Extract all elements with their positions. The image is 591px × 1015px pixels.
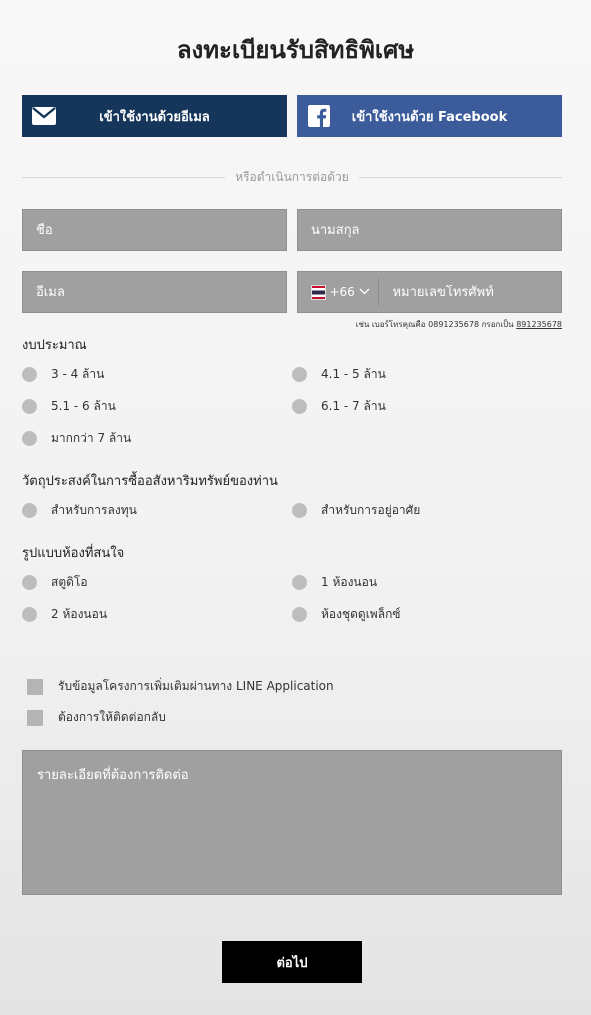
phone-field[interactable]: +66 xyxy=(297,271,562,313)
checkbox-icon[interactable] xyxy=(27,709,43,726)
budget-option[interactable]: 5.1 - 6 ล้าน xyxy=(22,397,116,416)
phone-hint: เช่น เบอร์โทรคุณคือ 0891235678 กรอกเป็น … xyxy=(356,318,562,331)
budget-option[interactable]: 6.1 - 7 ล้าน xyxy=(292,397,386,416)
radio-label: สตูดิโอ xyxy=(51,575,88,589)
divider-text: หรือดำเนินการต่อด้วย xyxy=(235,169,349,184)
room-type-option[interactable]: 1 ห้องนอน xyxy=(292,573,377,592)
next-button[interactable]: ต่อไป xyxy=(222,941,362,983)
radio-icon[interactable] xyxy=(22,399,37,414)
phone-separator xyxy=(377,278,379,306)
phone-hint-text: เช่น เบอร์โทรคุณคือ 0891235678 กรอกเป็น xyxy=(355,320,517,329)
room-type-option[interactable]: ห้องชุดดูเพล็กซ์ xyxy=(292,605,400,624)
room-type-option[interactable]: สตูดิโอ xyxy=(22,573,88,592)
radio-label: สำหรับการอยู่อาศัย xyxy=(321,503,421,517)
radio-label: สำหรับการลงทุน xyxy=(51,503,137,517)
room-type-title: รูปแบบห้องที่สนใจ xyxy=(22,546,125,561)
radio-label: 4.1 - 5 ล้าน xyxy=(321,367,386,381)
budget-option[interactable]: มากกว่า 7 ล้าน xyxy=(22,429,131,448)
last-name-input[interactable] xyxy=(311,222,561,238)
radio-label: 3 - 4 ล้าน xyxy=(51,367,105,381)
facebook-login-label: เข้าใช้งานด้วย Facebook xyxy=(351,109,508,125)
radio-label: 1 ห้องนอน xyxy=(321,575,378,589)
radio-icon[interactable] xyxy=(22,503,37,518)
room-type-option[interactable]: 2 ห้องนอน xyxy=(22,605,107,624)
facebook-login-button[interactable]: เข้าใช้งานด้วย Facebook xyxy=(297,95,562,137)
radio-icon[interactable] xyxy=(22,607,37,622)
phone-input[interactable] xyxy=(392,284,561,300)
envelope-icon xyxy=(22,107,66,125)
checkbox-label: รับข้อมูลโครงการเพิ่มเติมผ่านทาง LINE Ap… xyxy=(58,679,334,693)
email-login-label: เข้าใช้งานด้วยอีเมล xyxy=(99,109,210,125)
purpose-title: วัตถุประสงค์ในการซื้ออสังหาริมทรัพย์ของท… xyxy=(22,474,278,489)
thailand-flag-icon[interactable] xyxy=(311,284,327,300)
or-divider: หรือดำเนินการต่อด้วย xyxy=(22,168,562,186)
radio-icon[interactable] xyxy=(22,575,37,590)
country-code[interactable]: +66 xyxy=(329,285,354,299)
details-placeholder: รายละเอียดที่ต้องการติดต่อ xyxy=(37,768,189,783)
radio-icon[interactable] xyxy=(292,607,307,622)
radio-label: 5.1 - 6 ล้าน xyxy=(51,399,116,413)
radio-label: ห้องชุดดูเพล็กซ์ xyxy=(321,607,401,621)
page-title: ลงทะเบียนรับสิทธิพิเศษ xyxy=(176,36,415,64)
budget-option[interactable]: 3 - 4 ล้าน xyxy=(22,365,104,384)
purpose-option[interactable]: สำหรับการอยู่อาศัย xyxy=(292,501,420,520)
callback-checkbox[interactable]: ต้องการให้ติดต่อกลับ xyxy=(27,708,166,727)
email-login-button[interactable]: เข้าใช้งานด้วยอีเมล xyxy=(22,95,287,137)
divider-line-right xyxy=(358,176,562,178)
purpose-option[interactable]: สำหรับการลงทุน xyxy=(22,501,137,520)
radio-label: 2 ห้องนอน xyxy=(51,607,108,621)
line-info-checkbox[interactable]: รับข้อมูลโครงการเพิ่มเติมผ่านทาง LINE Ap… xyxy=(27,677,334,696)
first-name-field[interactable] xyxy=(22,209,287,251)
budget-option[interactable]: 4.1 - 5 ล้าน xyxy=(292,365,386,384)
budget-title: งบประมาณ xyxy=(22,338,87,353)
checkbox-label: ต้องการให้ติดต่อกลับ xyxy=(58,710,166,724)
radio-label: มากกว่า 7 ล้าน xyxy=(51,431,132,445)
chevron-down-icon[interactable] xyxy=(359,287,370,298)
radio-icon[interactable] xyxy=(292,503,307,518)
checkbox-icon[interactable] xyxy=(27,678,43,695)
email-input[interactable] xyxy=(36,284,286,300)
last-name-field[interactable] xyxy=(297,209,562,251)
radio-label: 6.1 - 7 ล้าน xyxy=(321,399,386,413)
divider-line-left xyxy=(22,176,226,178)
details-textarea[interactable]: รายละเอียดที่ต้องการติดต่อ xyxy=(22,750,562,895)
radio-icon[interactable] xyxy=(22,431,37,446)
radio-icon[interactable] xyxy=(22,367,37,382)
phone-hint-example: 891235678 xyxy=(516,320,562,329)
radio-icon[interactable] xyxy=(292,367,307,382)
first-name-input[interactable] xyxy=(36,222,286,238)
radio-icon[interactable] xyxy=(292,399,307,414)
email-field[interactable] xyxy=(22,271,287,313)
facebook-icon xyxy=(297,105,341,127)
radio-icon[interactable] xyxy=(292,575,307,590)
